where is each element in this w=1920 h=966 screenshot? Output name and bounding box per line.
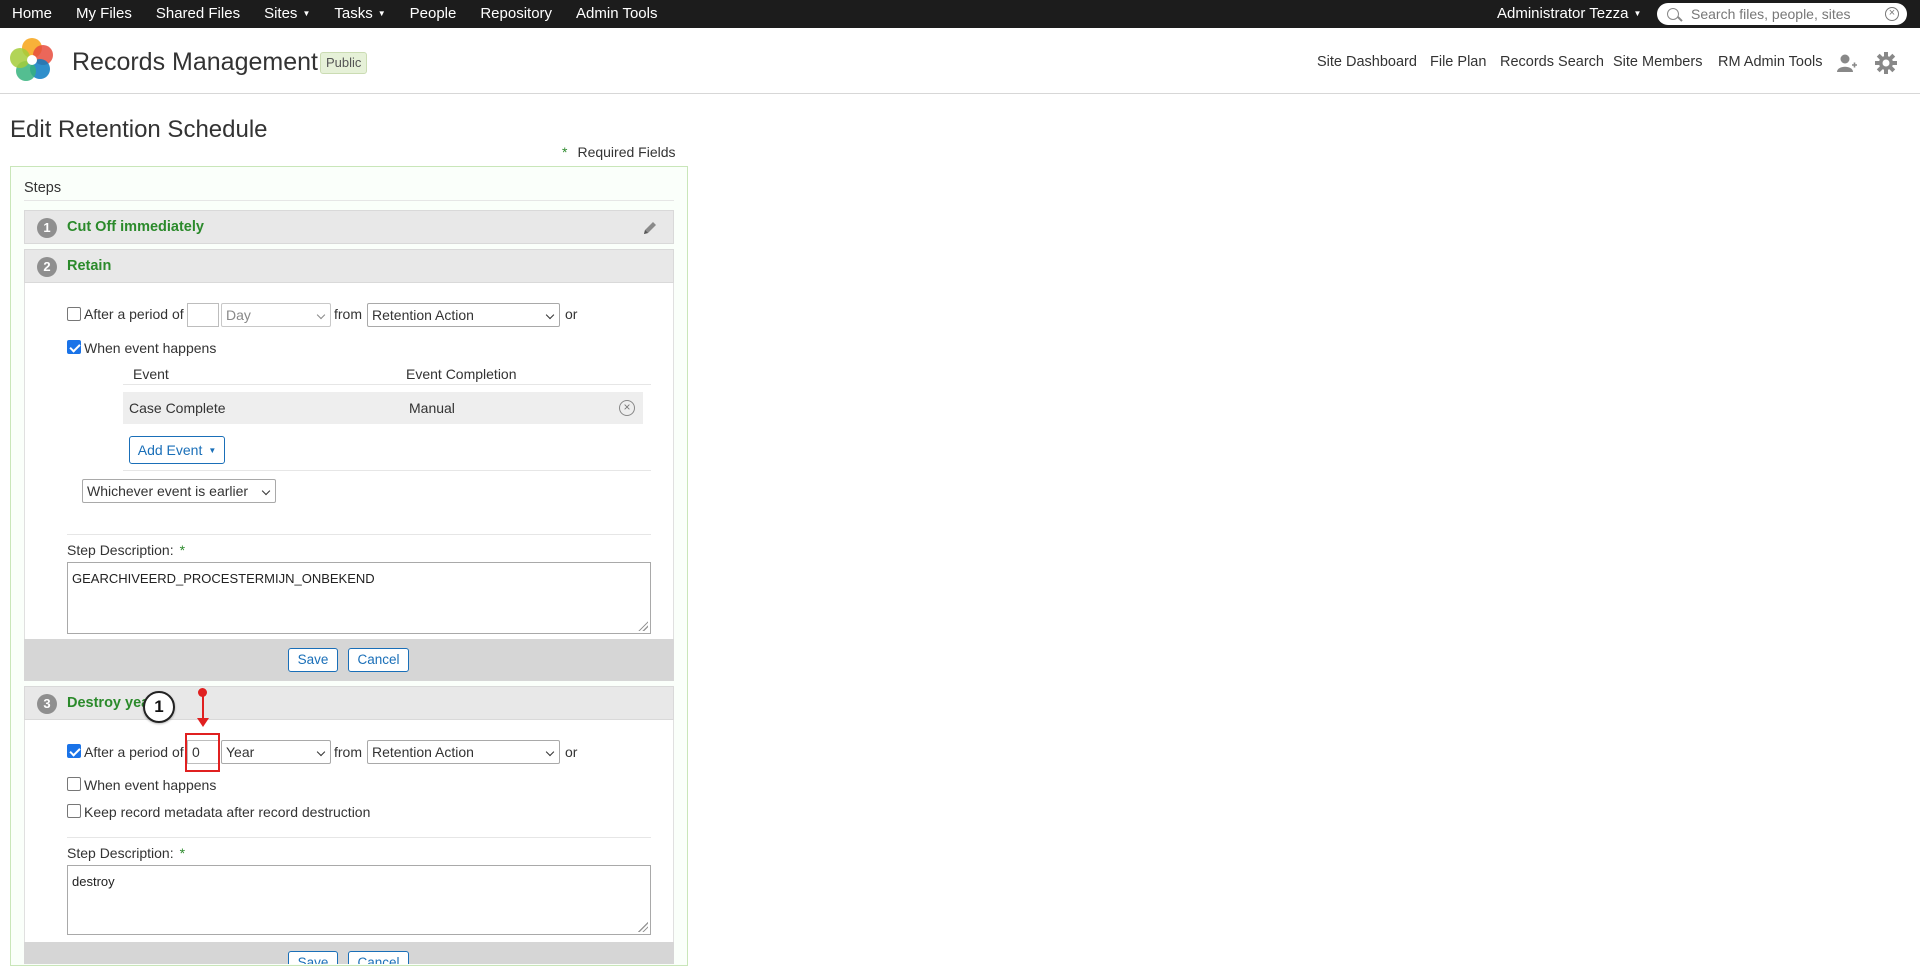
event-combination-select[interactable]: Whichever event is earlier: [82, 479, 276, 503]
chevron-down-icon: ▼: [1633, 9, 1642, 18]
chevron-down-icon: [545, 310, 555, 320]
step-1-header[interactable]: 1 Cut Off immediately: [24, 210, 674, 244]
from-label: from: [334, 744, 362, 760]
nav-people[interactable]: People: [398, 0, 469, 28]
nav-repository[interactable]: Repository: [468, 0, 564, 28]
remove-event-icon[interactable]: ×: [619, 400, 635, 416]
step-name: Retain: [67, 258, 112, 274]
search-box[interactable]: Search files, people, sites ×: [1657, 3, 1907, 25]
alfresco-logo-icon: [10, 38, 53, 81]
page-title: Edit Retention Schedule: [10, 116, 268, 143]
annotation-highlight-box: [185, 733, 220, 772]
add-event-button[interactable]: Add Event ▼: [129, 436, 225, 464]
chevron-down-icon: ▼: [208, 446, 217, 455]
edit-pencil-icon[interactable]: [642, 220, 658, 236]
divider: [24, 200, 674, 201]
visibility-badge: Public: [320, 52, 368, 74]
after-period-checkbox[interactable]: [67, 307, 81, 321]
nav-records-search[interactable]: Records Search: [1500, 54, 1604, 70]
annotation-marker: 1: [143, 691, 175, 723]
nav-sites[interactable]: Sites ▼: [252, 0, 322, 28]
when-event-label: When event happens: [84, 777, 217, 793]
save-button[interactable]: Save: [288, 951, 338, 964]
from-action-select[interactable]: Retention Action: [367, 740, 560, 764]
step-number: 2: [37, 257, 57, 277]
annotation-arrow-line: [202, 696, 204, 720]
step-2-header[interactable]: 2 Retain: [24, 249, 674, 283]
step-3-header[interactable]: 3 Destroy yea: [24, 686, 674, 720]
user-menu[interactable]: Administrator Tezza ▼: [1497, 0, 1641, 28]
nav-admin-tools[interactable]: Admin Tools: [564, 0, 669, 28]
site-header: Records Management Public Site Dashboard…: [0, 28, 1920, 94]
divider: [67, 837, 651, 838]
nav-shared-files[interactable]: Shared Files: [144, 0, 252, 28]
after-period-checkbox[interactable]: [67, 744, 81, 758]
keep-metadata-label: Keep record metadata after record destru…: [84, 804, 371, 820]
step-number: 1: [37, 218, 57, 238]
chevron-down-icon: [316, 747, 326, 757]
or-label: or: [565, 306, 578, 322]
step-number: 3: [37, 694, 57, 714]
chevron-down-icon: [316, 310, 326, 320]
required-fields-note: * Required Fields: [562, 144, 676, 160]
divider: [123, 384, 651, 385]
top-nav-bar: Home My Files Shared Files Sites ▼ Tasks ▼…: [0, 0, 1920, 28]
chevron-down-icon: [545, 747, 555, 757]
when-event-checkbox[interactable]: [67, 340, 81, 354]
event-column-header: Event: [133, 366, 169, 382]
cancel-button[interactable]: Cancel: [348, 648, 409, 672]
event-name: Case Complete: [129, 400, 226, 416]
chevron-down-icon: [261, 486, 271, 496]
resize-handle-icon[interactable]: [638, 621, 648, 631]
step-3-actions: Save Cancel: [24, 942, 674, 964]
search-icon: [1667, 8, 1679, 20]
or-label: or: [565, 744, 578, 760]
step-2-actions: Save Cancel: [24, 639, 674, 681]
step-name: Destroy yea: [67, 695, 150, 711]
when-event-checkbox[interactable]: [67, 777, 81, 791]
after-period-label: After a period of: [84, 306, 184, 322]
cancel-button[interactable]: Cancel: [348, 951, 409, 964]
step-description-label: Step Description: *: [67, 542, 186, 558]
nav-rm-admin-tools[interactable]: RM Admin Tools: [1718, 54, 1823, 70]
add-user-icon[interactable]: [1837, 53, 1857, 73]
nav-site-dashboard[interactable]: Site Dashboard: [1317, 54, 1417, 70]
period-unit-select[interactable]: Year: [221, 740, 331, 764]
chevron-down-icon: ▼: [302, 9, 311, 18]
step-description-textarea[interactable]: destroy: [67, 865, 651, 935]
keep-metadata-checkbox[interactable]: [67, 804, 81, 818]
annotation-arrow-head-icon: [197, 718, 209, 727]
resize-handle-icon[interactable]: [638, 922, 648, 932]
step-description-label: Step Description: *: [67, 845, 186, 861]
save-button[interactable]: Save: [288, 648, 338, 672]
event-completion-column-header: Event Completion: [406, 366, 517, 382]
nav-home[interactable]: Home: [0, 0, 64, 28]
after-period-label: After a period of: [84, 744, 184, 760]
period-unit-select[interactable]: Day: [221, 303, 331, 327]
divider: [123, 470, 651, 471]
nav-tasks[interactable]: Tasks ▼: [322, 0, 397, 28]
from-action-select[interactable]: Retention Action: [367, 303, 560, 327]
clear-search-icon[interactable]: ×: [1885, 7, 1899, 21]
user-name: Administrator Tezza: [1497, 5, 1629, 22]
nav-my-files[interactable]: My Files: [64, 0, 144, 28]
period-value-input[interactable]: [187, 303, 219, 327]
steps-label: Steps: [24, 180, 62, 196]
step-description-textarea[interactable]: GEARCHIVEERD_PROCESTERMIJN_ONBEKEND: [67, 562, 651, 634]
divider: [67, 534, 651, 535]
gear-icon[interactable]: [1875, 52, 1897, 74]
nav-site-members[interactable]: Site Members: [1613, 54, 1702, 70]
app-nav: Home My Files Shared Files Sites ▼ Tasks ▼…: [0, 0, 669, 28]
nav-file-plan[interactable]: File Plan: [1430, 54, 1486, 70]
site-title[interactable]: Records Management: [72, 48, 318, 77]
step-name: Cut Off immediately: [67, 219, 204, 235]
event-completion: Manual: [409, 400, 455, 416]
search-input[interactable]: Search files, people, sites: [1691, 3, 1851, 25]
chevron-down-icon: ▼: [377, 9, 386, 18]
from-label: from: [334, 306, 362, 322]
when-event-label: When event happens: [84, 340, 217, 356]
